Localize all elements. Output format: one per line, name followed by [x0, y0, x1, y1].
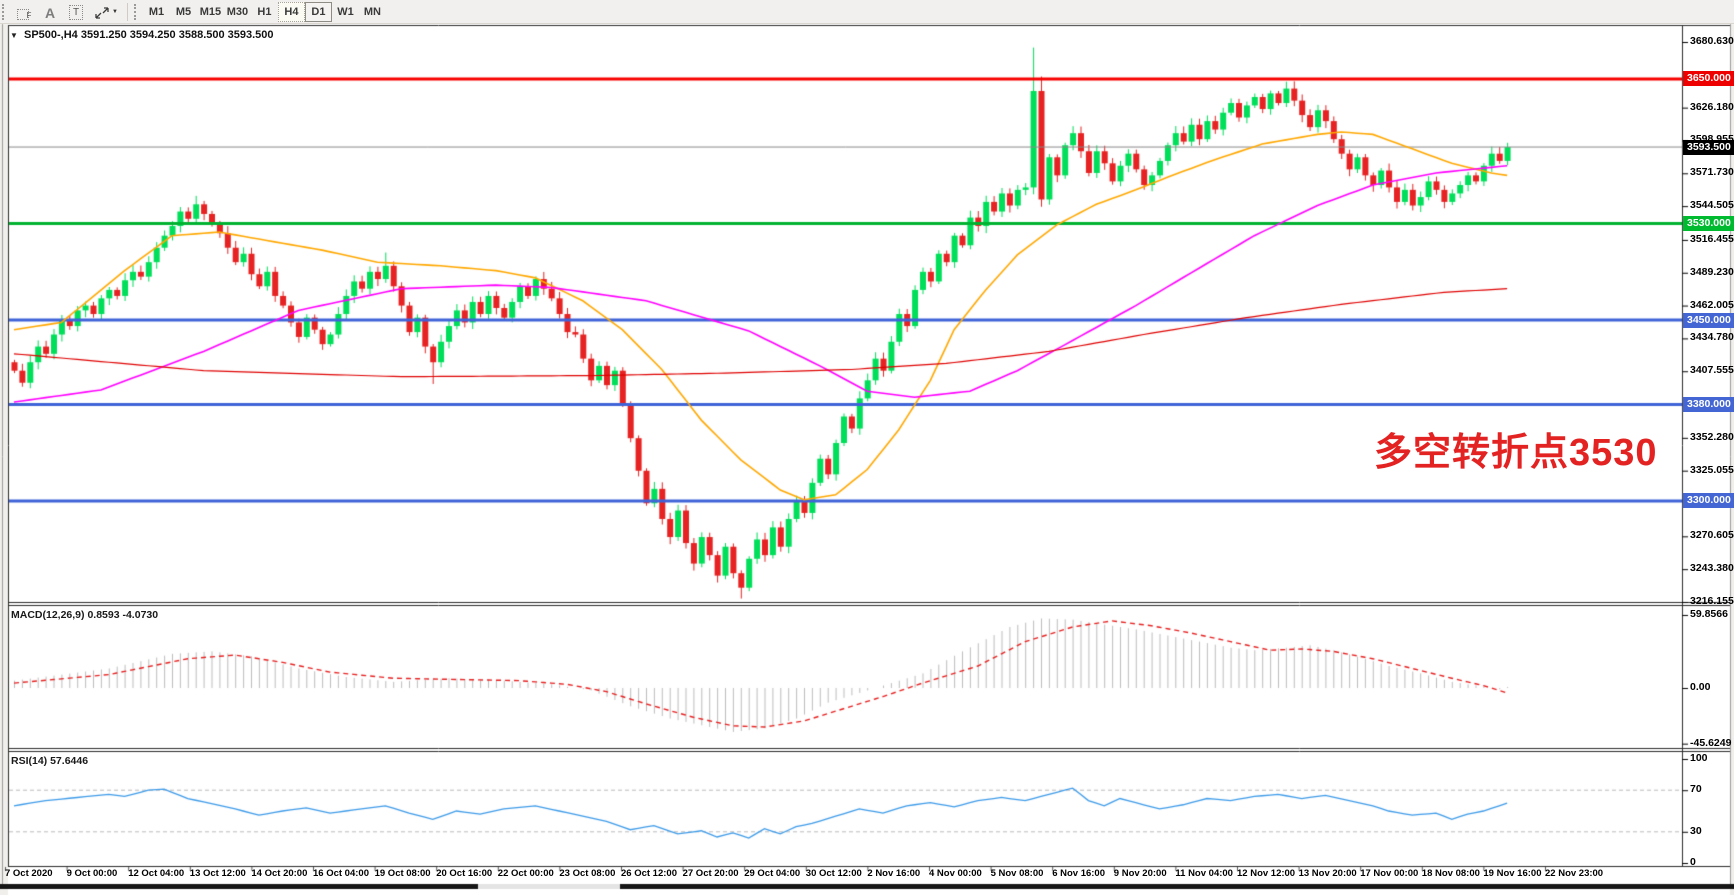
frame-f-label: F — [27, 12, 32, 20]
timeframe-button-mn[interactable]: MN — [359, 2, 386, 22]
chart-canvas[interactable] — [0, 0, 1734, 895]
toolbar-grip[interactable] — [134, 4, 139, 20]
dotted-frame-tool-button[interactable]: F — [13, 2, 35, 22]
dropdown-caret-icon: ▼ — [112, 9, 118, 15]
timeframe-button-m15[interactable]: M15 — [197, 2, 224, 22]
toolbar: F A T ▼ M1M5M15M30H1H4D1W1MN — [0, 0, 1734, 24]
toolbar-separator — [127, 3, 128, 21]
timeframe-button-m1[interactable]: M1 — [143, 2, 170, 22]
toolbar-grip[interactable] — [2, 4, 7, 20]
text-tool-button[interactable]: T — [65, 2, 87, 22]
timeframe-button-d1[interactable]: D1 — [305, 2, 332, 22]
arrows-tool-button[interactable]: ▼ — [91, 2, 121, 22]
text-tool-icon: T — [69, 5, 83, 20]
move-arrows-icon — [94, 6, 110, 20]
text-label-tool-button[interactable]: A — [39, 2, 61, 22]
timeframe-button-m30[interactable]: M30 — [224, 2, 251, 22]
timeframe-button-h4[interactable]: H4 — [278, 2, 305, 22]
timeframe-button-w1[interactable]: W1 — [332, 2, 359, 22]
timeframe-toolbar: M1M5M15M30H1H4D1W1MN — [143, 0, 386, 24]
timeframe-button-h1[interactable]: H1 — [251, 2, 278, 22]
timeframe-button-m5[interactable]: M5 — [170, 2, 197, 22]
label-a-icon: A — [45, 6, 55, 20]
